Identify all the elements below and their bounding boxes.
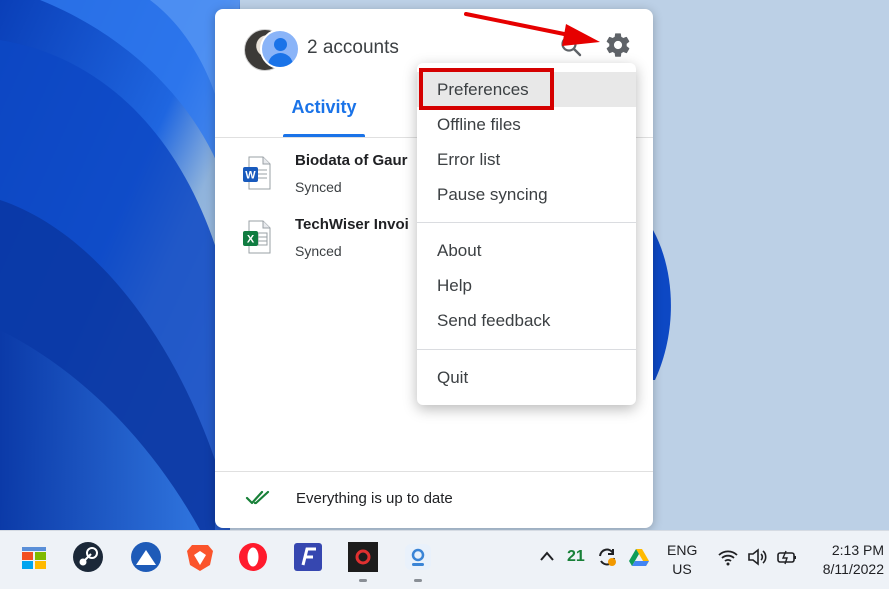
app-icon[interactable] — [130, 541, 162, 573]
highlight-annotation — [419, 68, 554, 110]
wifi-icon[interactable] — [717, 546, 739, 568]
running-indicator — [414, 579, 422, 582]
menu-item-send-feedback[interactable]: Send feedback — [417, 303, 636, 338]
word-file-icon: W — [243, 156, 271, 190]
file-status: Synced — [295, 179, 342, 195]
settings-menu: Preferences Offline files Error list Pau… — [417, 63, 636, 405]
avatar — [260, 29, 300, 69]
opera-icon[interactable] — [237, 541, 269, 573]
menu-separator — [417, 349, 636, 350]
chevron-up-icon[interactable] — [538, 549, 556, 563]
time: 2:13 PM — [831, 542, 884, 558]
steam-icon[interactable] — [72, 541, 104, 573]
menu-item-help[interactable]: Help — [417, 268, 636, 303]
accounts-label[interactable]: 2 accounts — [307, 37, 399, 59]
running-indicator — [359, 579, 367, 582]
google-drive-icon[interactable] — [628, 546, 650, 568]
menu-separator — [417, 222, 636, 223]
account-avatars[interactable] — [244, 29, 302, 71]
file-name: Biodata of Gaur — [295, 152, 408, 169]
clock[interactable]: 2:13 PM 8/11/2022 — [806, 541, 884, 579]
media-icon[interactable] — [347, 541, 379, 573]
svg-text:X: X — [247, 234, 255, 246]
date: 8/11/2022 — [822, 561, 884, 577]
menu-item-offline-files[interactable]: Offline files — [417, 107, 636, 142]
sync-icon[interactable] — [596, 546, 618, 568]
f-app-icon[interactable] — [292, 541, 324, 573]
tab-activity[interactable]: Activity — [283, 85, 365, 137]
sync-status-text: Everything is up to date — [296, 490, 453, 507]
file-name: TechWiser Invoi — [295, 216, 409, 233]
menu-item-pause-syncing[interactable]: Pause syncing — [417, 177, 636, 212]
battery-icon[interactable] — [776, 546, 798, 568]
app2-icon[interactable] — [402, 541, 434, 573]
start-icon[interactable] — [18, 541, 50, 573]
taskbar: 21 ENG US 2:13 PM 8/11/2022 — [0, 530, 889, 589]
brave-icon[interactable] — [184, 541, 216, 573]
double-check-icon — [245, 489, 271, 507]
menu-item-error-list[interactable]: Error list — [417, 142, 636, 177]
language-code: ENG — [667, 542, 698, 558]
menu-item-about[interactable]: About — [417, 233, 636, 268]
file-status: Synced — [295, 243, 342, 259]
gear-icon[interactable] — [604, 31, 632, 59]
svg-text:W: W — [245, 170, 256, 182]
volume-icon[interactable] — [746, 546, 768, 568]
arrow-annotation-icon — [462, 8, 602, 48]
region-code: US — [672, 561, 692, 577]
divider — [215, 471, 653, 472]
language-indicator[interactable]: ENG US — [667, 541, 697, 579]
menu-item-quit[interactable]: Quit — [417, 360, 636, 395]
tray-count[interactable]: 21 — [567, 548, 585, 566]
excel-file-icon: X — [243, 220, 271, 254]
